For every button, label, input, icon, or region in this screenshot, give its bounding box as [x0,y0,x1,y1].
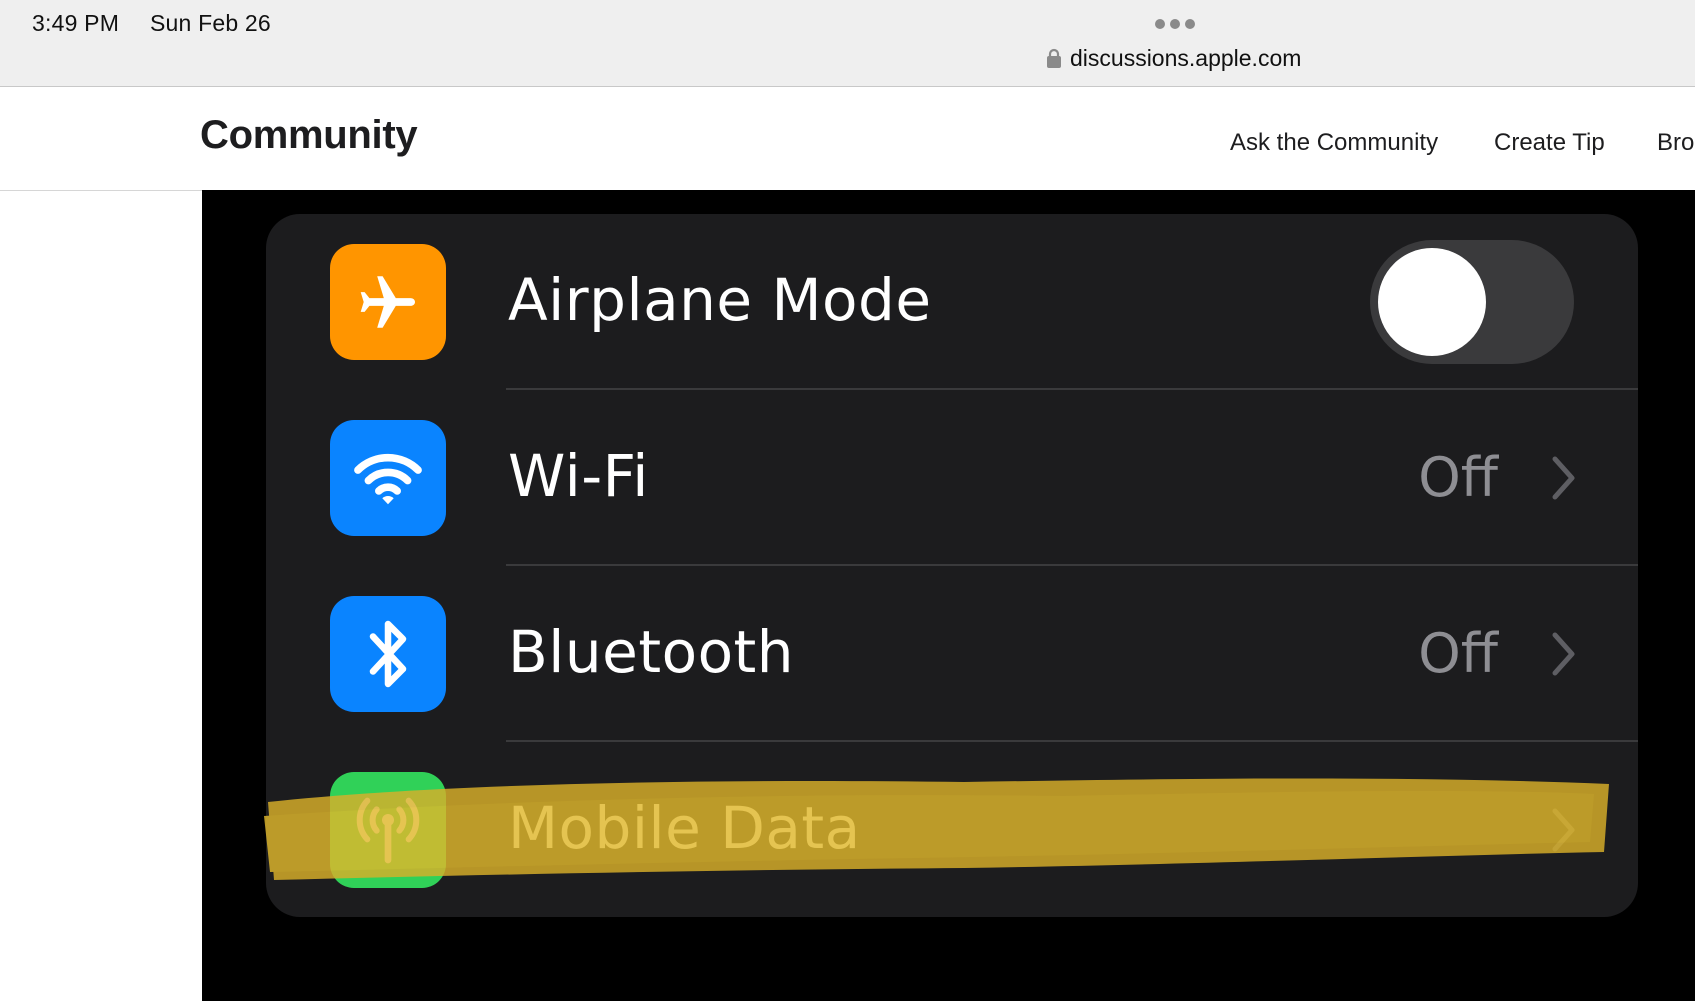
antenna-icon [330,772,446,888]
bluetooth-label: Bluetooth [508,618,795,686]
airplane-mode-toggle[interactable] [1370,240,1574,364]
wifi-status-value: Off [1418,446,1498,509]
toggle-knob [1378,248,1486,356]
wifi-icon [330,420,446,536]
status-date: Sun Feb 26 [150,10,271,36]
url-text: discussions.apple.com [1070,44,1302,71]
browser-status-bar: 3:49 PM Sun Feb 26 discussions.apple.com [0,0,1695,87]
lock-icon [1047,48,1061,68]
more-options-icon[interactable] [1155,19,1195,29]
chevron-right-icon [1552,456,1575,500]
bluetooth-row[interactable]: Bluetooth Off [266,566,1638,742]
bluetooth-status-value: Off [1418,622,1498,685]
airplane-icon [330,244,446,360]
nav-browse[interactable]: Bro [1657,129,1694,157]
status-time: 3:49 PM [32,10,120,36]
chevron-right-icon [1552,632,1575,676]
nav-ask-the-community[interactable]: Ask the Community [1230,129,1438,157]
bluetooth-icon [330,596,446,712]
settings-card: Airplane Mode Wi-Fi Off Bluetooth Off Mo… [266,214,1638,917]
mobile-data-label: Mobile Data [508,794,861,862]
community-title[interactable]: Community [200,113,418,158]
mobile-data-row[interactable]: Mobile Data [266,742,1638,917]
community-header: Community Ask the Community Create Tip B… [0,87,1695,191]
wifi-row[interactable]: Wi-Fi Off [266,390,1638,566]
wifi-label: Wi-Fi [508,442,649,510]
settings-screenshot: Airplane Mode Wi-Fi Off Bluetooth Off Mo… [202,190,1695,1001]
address-bar[interactable]: discussions.apple.com [1046,43,1301,73]
chevron-right-icon [1552,808,1575,852]
airplane-mode-label: Airplane Mode [508,266,932,334]
airplane-mode-row[interactable]: Airplane Mode [266,214,1638,390]
nav-create-tip[interactable]: Create Tip [1494,129,1605,157]
